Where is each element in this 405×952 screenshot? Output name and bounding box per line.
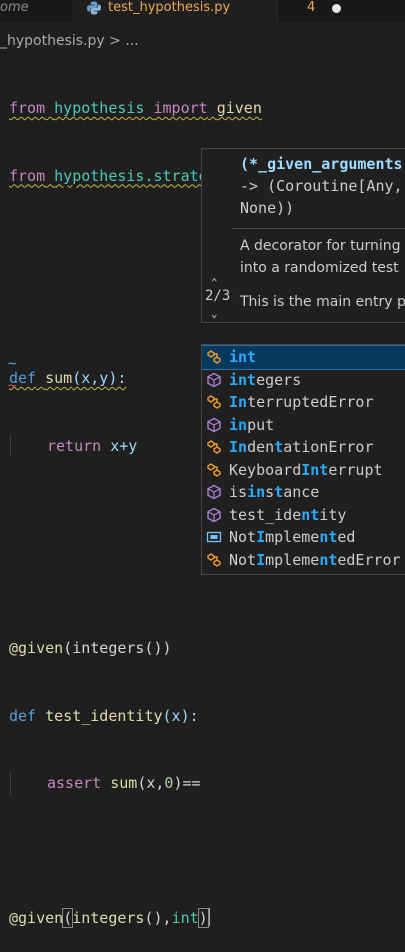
code-line-13: @given(integers(),int) — [9, 907, 388, 930]
tab-test-hypothesis[interactable]: test_hypothesis.py 4 — [72, 0, 341, 22]
number: 0 — [164, 774, 174, 792]
function-call: sum — [110, 774, 138, 792]
suggestion-item[interactable]: InterruptedError — [202, 391, 405, 414]
error-marker-icon: ~ — [8, 378, 17, 394]
function-call: integers — [72, 909, 145, 927]
tab-label: test_hypothesis.py — [108, 0, 231, 15]
close-paren: ) — [197, 908, 209, 928]
suggestion-item[interactable]: NotImplemented — [202, 526, 405, 549]
args: (x, — [137, 774, 165, 792]
suggestion-item[interactable]: int — [202, 345, 405, 370]
constant-icon — [206, 529, 222, 545]
tab-previous[interactable]: ome — [0, 0, 70, 22]
suggestion-label: test_identity — [229, 505, 347, 524]
chevron-down-icon[interactable]: ⌄ — [211, 307, 218, 320]
class-icon — [206, 552, 222, 568]
unsaved-dot-icon[interactable] — [332, 4, 341, 13]
class-icon — [206, 462, 222, 478]
suggestion-item[interactable]: IndentationError — [202, 436, 405, 459]
params: (x): — [162, 706, 199, 725]
decorator: @given — [9, 639, 64, 657]
divider — [232, 228, 405, 229]
doc-line-3: This is the main entry p — [240, 294, 405, 310]
keyword: import — [153, 99, 208, 117]
suggestion-label: KeyboardInterrupt — [229, 460, 383, 479]
text-cursor — [207, 908, 210, 926]
tab-previous-label: ome — [0, 0, 29, 15]
operator: )== — [173, 774, 201, 792]
signature-line-1: (*_given_arguments — [240, 155, 403, 173]
suggestion-item[interactable]: input — [202, 414, 405, 437]
code-line-1: from hypothesis import given — [9, 97, 388, 120]
breadcrumb[interactable]: _hypothesis.py > ... — [0, 31, 139, 51]
signature: (*_given_arguments -> (Coroutine[Any, No… — [240, 153, 403, 219]
args: (), — [144, 909, 172, 927]
method-icon — [206, 507, 222, 523]
tab-bar: ome test_hypothesis.py 4 — [0, 0, 405, 22]
module-name: hypothesis — [54, 99, 145, 117]
python-file-icon — [87, 1, 101, 15]
decorator-args: (integers()) — [63, 639, 172, 657]
docstring: A decorator for turning into a randomize… — [240, 235, 400, 279]
signature-line-3: None)) — [240, 199, 295, 217]
open-paren: ( — [62, 908, 74, 928]
breadcrumb-separator: > — [109, 33, 121, 49]
suggestion-item[interactable]: NotImplementedError — [202, 549, 405, 572]
doc-line-1: A decorator for turning — [240, 238, 401, 254]
method-icon — [206, 372, 222, 388]
suggestion-list[interactable]: int integers InterruptedError input Indentat… — [201, 344, 405, 575]
breadcrumb-more[interactable]: ... — [125, 33, 138, 49]
code-line-10: def test_identity(x): — [9, 705, 388, 728]
class-icon — [206, 439, 222, 455]
suggestion-label: NotImplemented — [229, 528, 356, 546]
keyword: assert — [47, 774, 102, 792]
code-line-11: assert sum(x,0)== — [9, 772, 388, 795]
problem-count-badge: 4 — [307, 0, 316, 15]
class-icon — [206, 394, 222, 410]
suggestion-item[interactable]: isinstance — [202, 481, 405, 504]
parameter-hint-popup[interactable]: (*_given_arguments -> (Coroutine[Any, No… — [201, 148, 405, 323]
suggestion-item[interactable]: test_identity — [202, 504, 405, 527]
suggestion-label: NotImplementedError — [229, 550, 401, 569]
suggestion-label: InterruptedError — [229, 393, 374, 411]
doc-line-2: into a randomized test — [240, 260, 399, 276]
suggestion-item[interactable]: integers — [202, 369, 405, 392]
overload-counter: 2/3 — [205, 288, 231, 304]
code-line-9: @given(integers()) — [9, 637, 388, 660]
suggestion-label: isinstance — [229, 483, 320, 501]
keyword: def — [9, 706, 37, 725]
keyword: from — [9, 166, 46, 185]
class-icon — [206, 349, 222, 365]
params: (x,y): — [72, 369, 127, 387]
suggestion-label: input — [229, 415, 275, 434]
suggestion-label: integers — [229, 370, 302, 389]
expression: x+y — [110, 436, 138, 455]
signature-line-2: -> (Coroutine[Any, — [240, 177, 403, 195]
suggestion-label: int — [229, 348, 257, 366]
function-name: sum — [45, 369, 73, 387]
keyword: return — [47, 436, 102, 455]
suggestion-label: IndentationError — [229, 438, 374, 456]
keyword: from — [9, 99, 46, 117]
decorator: @given — [9, 909, 64, 927]
fold-marker-icon: ~ — [8, 356, 17, 372]
method-icon — [206, 417, 222, 433]
method-icon — [206, 484, 222, 500]
suggestion-item[interactable]: KeyboardInterrupt — [202, 459, 405, 482]
identifier: given — [216, 99, 262, 117]
function-name: test_identity — [45, 706, 163, 725]
breadcrumb-file[interactable]: _hypothesis.py — [0, 33, 105, 49]
typed-text: int — [171, 909, 199, 927]
